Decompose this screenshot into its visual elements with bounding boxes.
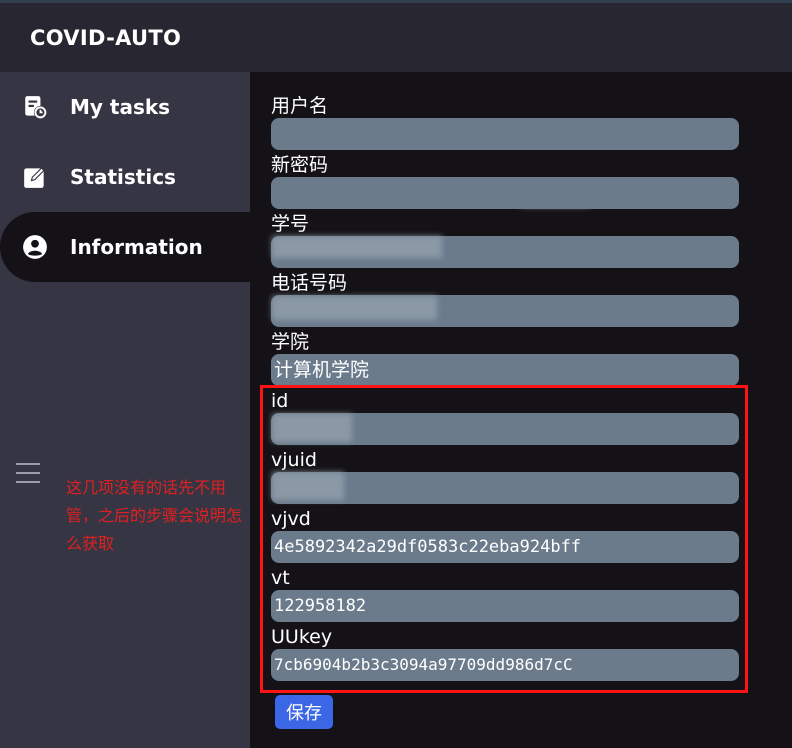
id-label: id xyxy=(271,390,289,412)
account-circle-icon xyxy=(22,234,48,260)
sidebar-item-label: Information xyxy=(70,235,203,259)
save-button[interactable]: 保存 xyxy=(275,695,333,729)
vjuid-label: vjuid xyxy=(271,449,317,471)
task-clock-icon xyxy=(22,94,48,120)
uukey-label: UUkey xyxy=(271,626,333,648)
hamburger-menu-icon[interactable] xyxy=(16,461,40,485)
annotation-note: 这几项没有的话先不用管，之后的步骤会说明怎么获取 xyxy=(66,478,243,553)
app-title: COVID-AUTO xyxy=(30,26,182,50)
vt-input[interactable]: 122958182 xyxy=(271,590,739,622)
sidebar-item-statistics[interactable]: Statistics xyxy=(0,142,250,212)
student-id-label: 学号 xyxy=(271,213,310,235)
vt-label: vt xyxy=(271,567,290,589)
redacted-overlay xyxy=(272,296,437,320)
uukey-input[interactable]: 7cb6904b2b3c3094a97709dd986d7cC xyxy=(271,649,739,681)
sidebar-item-my-tasks[interactable]: My tasks xyxy=(0,72,250,142)
redacted-overlay xyxy=(272,472,344,500)
vjvd-input[interactable]: 4e5892342a29df0583c22eba924bff xyxy=(271,531,739,563)
username-input[interactable] xyxy=(271,118,739,150)
sidebar-item-label: Statistics xyxy=(70,165,176,189)
college-input[interactable]: 计算机学院 xyxy=(271,354,739,386)
edit-icon xyxy=(22,164,48,190)
sidebar-item-information[interactable]: Information xyxy=(0,212,250,282)
vjvd-label: vjvd xyxy=(271,508,311,530)
username-label: 用户名 xyxy=(271,95,329,117)
sidebar-item-label: My tasks xyxy=(70,95,171,119)
college-label: 学院 xyxy=(271,331,310,353)
new-password-label: 新密码 xyxy=(271,154,329,176)
redacted-overlay xyxy=(272,414,352,442)
phone-label: 电话号码 xyxy=(271,272,348,294)
redacted-overlay xyxy=(272,236,442,258)
top-app-bar: COVID-AUTO xyxy=(0,0,792,72)
information-form: 用户名 新密码 学号 电话号码 学院 计算机学院 id vjuid vjvd 4… xyxy=(250,72,792,748)
sidebar: My tasks Statistics Information xyxy=(0,72,250,748)
new-password-input[interactable] xyxy=(271,177,739,209)
